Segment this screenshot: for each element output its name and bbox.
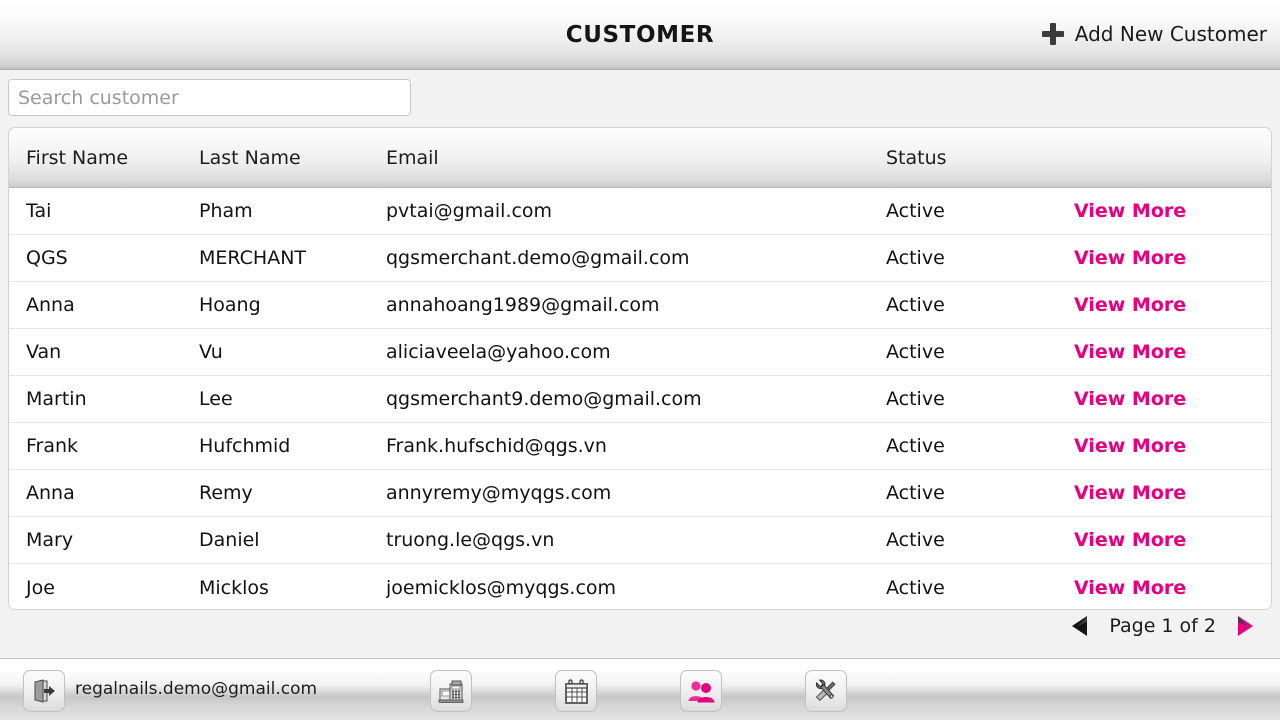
view-more-link[interactable]: View More [1074,435,1186,457]
cell-email: Frank.hufschid@qgs.vn [386,435,607,457]
cell-email: pvtai@gmail.com [386,200,553,222]
table-row[interactable]: QGS MERCHANT qgsmerchant.demo@gmail.com … [9,235,1271,282]
cell-last-name: Micklos [199,576,269,599]
customer-table: First Name Last Name Email Status Tai Ph… [8,127,1272,610]
cell-action: View More [1074,388,1271,410]
cell-last-name: Hoang [199,294,261,316]
chevron-right-icon[interactable] [1230,612,1258,640]
table-row[interactable]: Joe Micklos joemicklos@myqgs.com Active … [9,564,1271,609]
cell-first-name: Mary [26,529,74,551]
tools-icon [815,679,836,702]
cell-last-name: Hufchmid [199,435,291,457]
cell-status: Active [886,341,945,363]
cell-email: annahoang1989@gmail.com [386,294,660,316]
cell-status: Active [886,435,945,457]
cell-first-name: Van [26,341,62,363]
cell-last-name: MERCHANT [199,247,307,269]
table-row[interactable]: Tai Pham pvtai@gmail.com Active View Mor… [9,188,1271,235]
cell-action: View More [1074,435,1271,457]
cell-first-name: Joe [26,576,55,599]
column-header-status: Status [886,146,947,169]
plus-icon [1041,23,1064,45]
logout-button[interactable] [23,670,65,712]
cell-first-name: Tai [26,200,52,222]
cell-last-name: Pham [199,200,253,222]
cell-last-name: Vu [199,341,223,363]
cell-email: qgsmerchant9.demo@gmail.com [386,388,702,410]
column-header-first-name: First Name [26,146,129,169]
view-more-link[interactable]: View More [1074,482,1186,504]
calendar-icon [564,678,588,704]
cell-last-name: Lee [199,388,233,410]
logout-door-icon [34,679,55,703]
cell-email: truong.le@qgs.vn [386,529,555,551]
table-row[interactable]: Anna Hoang annahoang1989@gmail.com Activ… [9,282,1271,329]
top-header-bar: CUSTOMER Add New Customer [0,0,1280,70]
view-more-link[interactable]: View More [1074,247,1186,269]
column-header-last-name: Last Name [199,146,301,169]
cell-email: joemicklos@myqgs.com [386,576,617,599]
customers-icon [688,681,715,703]
cell-status: Active [886,576,945,599]
cell-first-name: QGS [26,247,68,269]
cell-last-name: Remy [199,482,253,504]
cell-first-name: Frank [26,435,79,457]
cell-status: Active [886,482,945,504]
cell-first-name: Martin [26,388,87,410]
bottom-toolbar: regalnails.demo@gmail.com [0,658,1280,720]
tab-customer[interactable] [680,670,722,712]
table-row[interactable]: Van Vu aliciaveela@yahoo.com Active View… [9,329,1271,376]
cell-email: aliciaveela@yahoo.com [386,341,611,363]
cell-action: View More [1074,577,1271,599]
table-header-row: First Name Last Name Email Status [9,128,1271,188]
pagination: Page 1 of 2 [1067,612,1258,640]
cell-first-name: Anna [26,294,75,316]
cell-action: View More [1074,247,1271,269]
view-more-link[interactable]: View More [1074,294,1186,316]
table-row[interactable]: Martin Lee qgsmerchant9.demo@gmail.com A… [9,376,1271,423]
tab-calendar[interactable] [555,670,597,712]
table-row[interactable]: Mary Daniel truong.le@qgs.vn Active View… [9,517,1271,564]
cell-email: qgsmerchant.demo@gmail.com [386,247,690,269]
cell-action: View More [1074,341,1271,363]
cell-status: Active [886,200,945,222]
view-more-link[interactable]: View More [1074,577,1186,599]
table-row[interactable]: Anna Remy annyremy@myqgs.com Active View… [9,470,1271,517]
cell-last-name: Daniel [199,529,260,551]
view-more-link[interactable]: View More [1074,388,1186,410]
chevron-left-icon[interactable] [1067,612,1095,640]
cell-status: Active [886,294,945,316]
cell-action: View More [1074,482,1271,504]
cell-status: Active [886,529,945,551]
table-row[interactable]: Frank Hufchmid Frank.hufschid@qgs.vn Act… [9,423,1271,470]
cell-email: annyremy@myqgs.com [386,482,612,504]
view-more-link[interactable]: View More [1074,341,1186,363]
column-header-email: Email [386,146,439,169]
tab-settings[interactable] [805,670,847,712]
cell-action: View More [1074,200,1271,222]
page-indicator: Page 1 of 2 [1109,615,1216,637]
cell-status: Active [886,247,945,269]
cell-first-name: Anna [26,482,75,504]
cell-action: View More [1074,529,1271,551]
cell-status: Active [886,388,945,410]
add-new-customer-label: Add New Customer [1074,22,1267,46]
search-input[interactable] [8,79,411,116]
cash-register-icon [438,680,464,703]
view-more-link[interactable]: View More [1074,200,1186,222]
tab-pos[interactable] [430,670,472,712]
view-more-link[interactable]: View More [1074,529,1186,551]
user-email-label: regalnails.demo@gmail.com [75,679,318,699]
cell-action: View More [1074,294,1271,316]
search-area [8,79,411,116]
add-new-customer-button[interactable]: Add New Customer [1041,22,1267,46]
customer-screen: CUSTOMER Add New Customer First Name Las… [0,0,1280,720]
